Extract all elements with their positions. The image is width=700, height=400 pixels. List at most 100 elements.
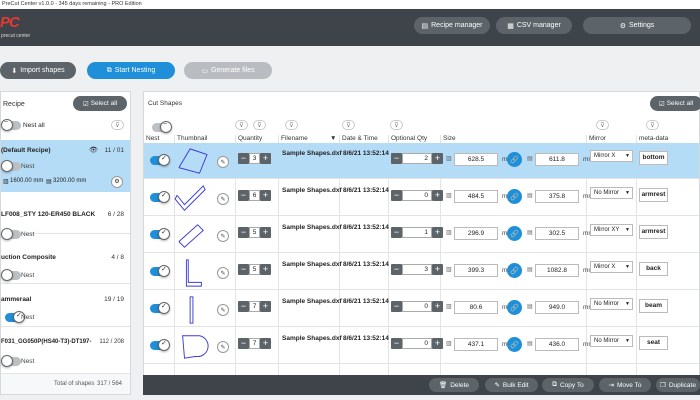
shape-nest-toggle[interactable]: ✓ [150,339,170,351]
mirror-select[interactable]: No Mirror ▼ [590,298,633,310]
recipe-settings-icon[interactable]: ⚙ [111,176,123,188]
recipe-nest-toggle[interactable] [1,160,21,172]
shapes-select-all-button[interactable]: ☑ Select all [650,96,700,111]
edit-shape-icon[interactable]: ✎ [217,304,229,316]
link-dimensions-icon[interactable]: 🔗 [507,189,522,204]
quantity-stepper[interactable]: − 7 + [238,338,271,349]
quantity-stepper[interactable]: − 6 + [238,190,271,201]
decrement-button[interactable]: − [238,264,249,275]
meta-filter-icon[interactable]: ⊽ [646,120,659,130]
decrement-button[interactable]: − [391,227,402,238]
table-row[interactable]: ✓ ✎ − 7 + Sample Shapes.dxf 8/6/21 13:52… [144,291,699,327]
thumbnail-filter-icon[interactable]: ⊽ [235,120,248,130]
increment-button[interactable]: + [432,190,443,201]
table-row[interactable]: ✓ ✎ − 5 + Sample Shapes.dxf 8/6/21 13:52… [144,254,699,290]
recipe-nest-toggle[interactable] [1,228,21,240]
recipe-select-all-button[interactable]: ☑ Select all [73,96,127,111]
recipe-filter-icon[interactable]: ⊽ [111,120,124,130]
decrement-button[interactable]: − [238,190,249,201]
height-input[interactable]: 949.0 [535,301,579,314]
optional-qty-value[interactable]: 1 [402,227,432,238]
increment-button[interactable]: + [432,227,443,238]
recipe-item[interactable]: LF008_STY 120-ER450 BLACK 6 / 28 Nest [1,194,130,240]
recipe-item[interactable]: F031_GG050P(HS40-T3)-DT197- 112 / 208 Ne… [1,330,130,370]
meta-data-input[interactable]: bottom [639,151,668,165]
width-input[interactable]: 399.3 [454,264,498,277]
settings-button[interactable]: ⚙ Settings [583,17,691,34]
recipe-item-default[interactable]: (Default Recipe) 👁 11 / 01 Nest ▥ 1600.0… [1,140,130,192]
decrement-button[interactable]: − [391,264,402,275]
filename-sort-icon[interactable]: ▼ [330,135,336,142]
recipe-manager-button[interactable]: ▤ Recipe manager [414,17,490,34]
meta-data-input[interactable]: armrest [639,225,668,239]
decrement-button[interactable]: − [391,301,402,312]
optional-qty-stepper[interactable]: − 3 + [391,264,443,275]
quantity-stepper[interactable]: − 5 + [238,227,271,238]
import-shapes-button[interactable]: ⬇ Import shapes [0,62,76,79]
width-input[interactable]: 80.6 [454,301,498,314]
link-dimensions-icon[interactable]: 🔗 [507,226,522,241]
width-input[interactable]: 296.9 [454,227,498,240]
link-dimensions-icon[interactable]: 🔗 [507,300,522,315]
quantity-value[interactable]: 3 [249,153,260,164]
filename-filter-icon[interactable]: ⊽ [285,120,298,130]
optional-qty-value[interactable]: 0 [402,190,432,201]
width-input[interactable]: 628.5 [454,153,498,166]
optional-qty-value[interactable]: 2 [402,153,432,164]
edit-shape-icon[interactable]: ✎ [217,341,229,353]
edit-shape-icon[interactable]: ✎ [217,156,229,168]
increment-button[interactable]: + [260,227,271,238]
meta-data-input[interactable]: back [639,262,668,276]
bulk-edit-button[interactable]: ✎ Bulk Edit [485,378,538,392]
optional-qty-value[interactable]: 3 [402,264,432,275]
recipe-item[interactable]: ammeraal 19 / 19 ✓ Nest [1,287,130,327]
decrement-button[interactable]: − [238,227,249,238]
table-row[interactable]: ✓ ✎ − 6 + Sample Shapes.dxf 8/6/21 13:52… [144,180,699,216]
mirror-select[interactable]: No Mirror ▼ [590,335,633,347]
increment-button[interactable]: + [432,338,443,349]
recipe-nest-toggle[interactable] [1,355,21,367]
nest-all-toggle[interactable]: − [1,119,21,131]
edit-shape-icon[interactable]: ✎ [217,230,229,242]
optional-qty-stepper[interactable]: − 0 + [391,190,443,201]
decrement-button[interactable]: − [238,301,249,312]
table-row[interactable]: ✓ ✎ − 3 + Sample Shapes.dxf 8/6/21 13:52… [144,143,699,179]
optional-qty-stepper[interactable]: − 2 + [391,153,443,164]
quantity-value[interactable]: 7 [249,301,260,312]
delete-button[interactable]: 🗑 Delete [429,378,479,392]
shape-nest-toggle[interactable]: ✓ [150,191,170,203]
optional-qty-value[interactable]: 0 [402,338,432,349]
link-dimensions-icon[interactable]: 🔗 [507,337,522,352]
start-nesting-button[interactable]: ⧉ Start Nesting [87,62,175,79]
nest-all-shapes-toggle[interactable]: − [152,121,172,133]
move-to-button[interactable]: ⇥ Move To [599,378,651,392]
quantity-value[interactable]: 5 [249,227,260,238]
increment-button[interactable]: + [260,153,271,164]
generate-files-button[interactable]: ▭ Generate files [184,62,272,79]
increment-button[interactable]: + [432,153,443,164]
decrement-button[interactable]: − [238,338,249,349]
date-filter-icon[interactable]: ⊽ [342,120,355,130]
increment-button[interactable]: + [432,301,443,312]
decrement-button[interactable]: − [391,190,402,201]
height-input[interactable]: 611.8 [535,153,579,166]
increment-button[interactable]: + [260,338,271,349]
mirror-select[interactable]: Mirror XY ▼ [590,224,633,236]
decrement-button[interactable]: − [391,153,402,164]
optional-qty-stepper[interactable]: − 1 + [391,227,443,238]
recipe-nest-toggle[interactable] [1,269,21,281]
meta-data-input[interactable]: beam [639,299,668,313]
edit-shape-icon[interactable]: ✎ [217,193,229,205]
decrement-button[interactable]: − [238,153,249,164]
meta-data-input[interactable]: seat [639,336,668,350]
mirror-select[interactable]: No Mirror ▼ [590,187,633,199]
eye-icon[interactable]: 👁 [89,146,98,154]
shape-nest-toggle[interactable]: ✓ [150,265,170,277]
optional-qty-value[interactable]: 0 [402,301,432,312]
increment-button[interactable]: + [260,264,271,275]
shape-nest-toggle[interactable]: ✓ [150,228,170,240]
table-row[interactable]: ✓ ✎ − 7 + Sample Shapes.dxf 8/6/21 13:52… [144,328,699,364]
height-input[interactable]: 1082.8 [535,264,579,277]
link-dimensions-icon[interactable]: 🔗 [507,263,522,278]
quantity-value[interactable]: 7 [249,338,260,349]
